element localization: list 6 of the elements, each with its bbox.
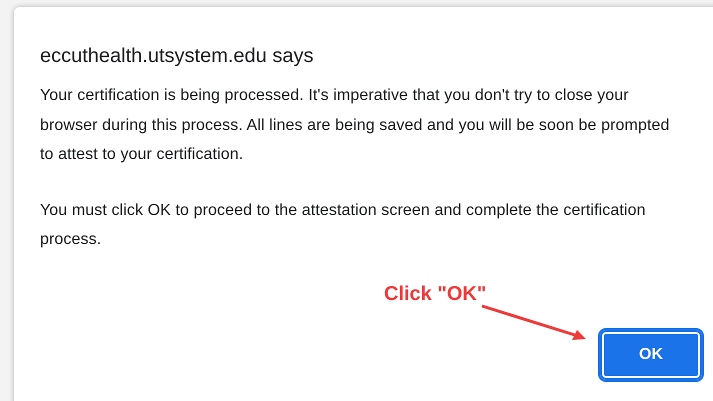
dialog-title: eccuthealth.utsystem.edu says (40, 44, 314, 69)
message-text: Your certification is being processed. It's imperative that you don't try to close your browser during this process. All lines are being saved and you will be soon be prompted to attest to your certification. (40, 86, 670, 165)
message-text: You must click OK to proceed to the attestation screen and complete the certification process. (40, 200, 647, 250)
annotation-text: Click "OK" (384, 282, 486, 307)
ok-button[interactable]: OK (600, 330, 702, 380)
arrow-icon (480, 303, 588, 343)
